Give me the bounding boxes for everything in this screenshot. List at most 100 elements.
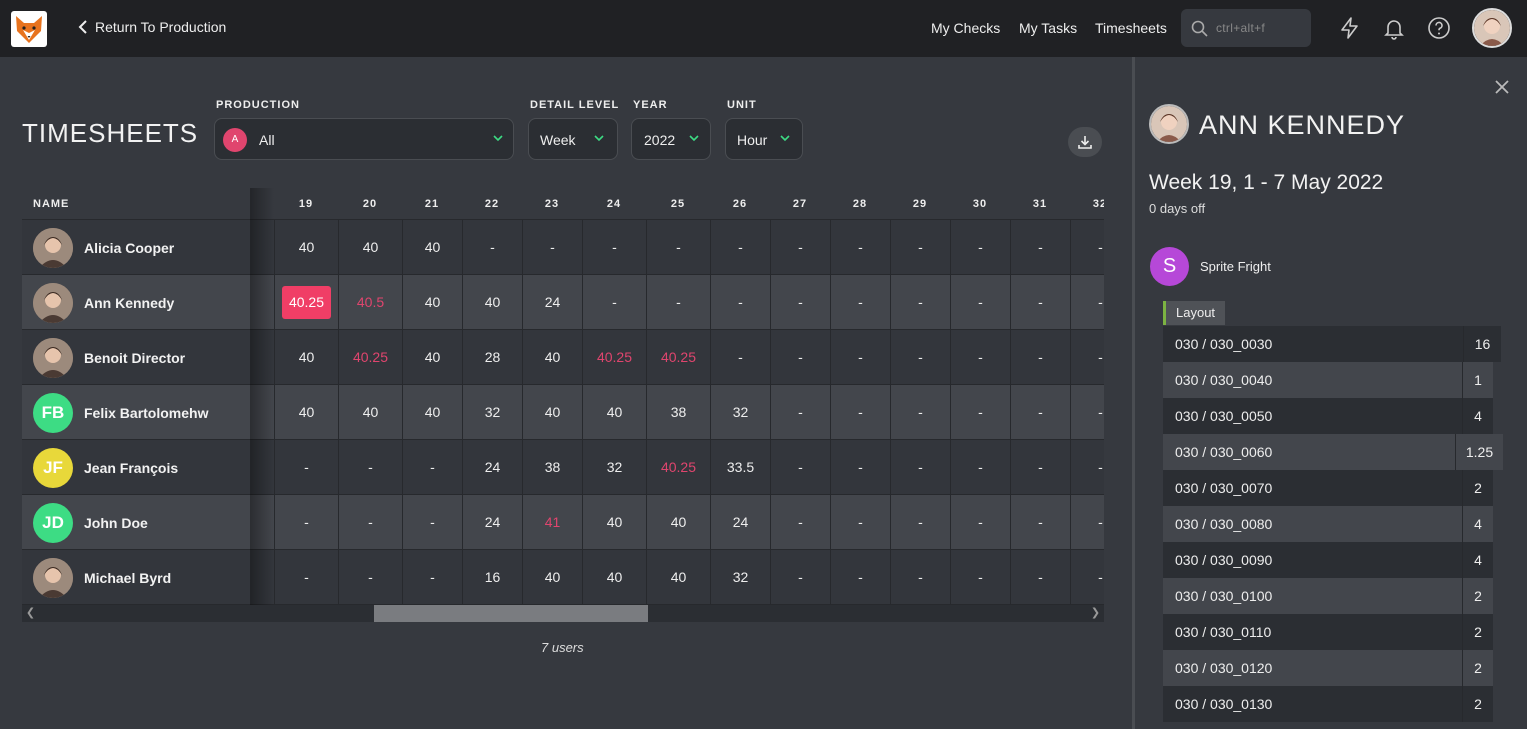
timesheet-cell[interactable]: 40.25 <box>274 275 338 330</box>
detail-level-select[interactable]: Week <box>528 118 618 160</box>
timesheet-cell[interactable]: - <box>522 220 582 275</box>
timesheet-cell[interactable]: - <box>274 550 338 605</box>
timesheet-cell[interactable]: 40 <box>338 385 402 440</box>
task-row[interactable]: 030 / 030_0090 4 <box>1163 542 1493 578</box>
table-row[interactable]: Michael Byrd - - -16 40 40 40 32- - - - - - <box>22 550 1104 605</box>
name-cell[interactable]: JD John Doe <box>22 495 250 550</box>
name-cell[interactable]: Alicia Cooper <box>22 220 250 275</box>
timesheet-cell[interactable]: - <box>1010 550 1070 605</box>
timesheet-cell[interactable]: - <box>1070 385 1104 440</box>
timesheet-cell[interactable]: 40.5 <box>338 275 402 330</box>
timesheet-cell[interactable]: - <box>1010 495 1070 550</box>
timesheet-cell[interactable]: - <box>950 385 1010 440</box>
scroll-right-icon[interactable]: ❯ <box>1087 605 1104 622</box>
name-cell[interactable]: Benoit Director <box>22 330 250 385</box>
task-row[interactable]: 030 / 030_0120 2 <box>1163 650 1493 686</box>
user-name[interactable]: John Doe <box>84 515 148 531</box>
task-row[interactable]: 030 / 030_0040 1 <box>1163 362 1493 398</box>
timesheet-cell[interactable]: 33.5 <box>710 440 770 495</box>
timesheet-cell[interactable]: - <box>582 220 646 275</box>
timesheet-cell[interactable]: 24 <box>710 495 770 550</box>
timesheet-cell[interactable]: - <box>890 220 950 275</box>
year-select[interactable]: 2022 <box>631 118 711 160</box>
timesheet-cell[interactable]: - <box>338 440 402 495</box>
timesheet-cell[interactable]: 24 <box>462 440 522 495</box>
timesheet-cell[interactable]: - <box>402 440 462 495</box>
timesheet-cell[interactable]: - <box>830 550 890 605</box>
nav-timesheets[interactable]: Timesheets <box>1095 20 1167 36</box>
timesheet-cell[interactable]: 40 <box>522 330 582 385</box>
timesheet-cell[interactable]: 40 <box>582 550 646 605</box>
timesheet-cell[interactable]: 24 <box>522 275 582 330</box>
task-hours[interactable]: 4 <box>1462 506 1493 542</box>
timesheet-cell[interactable]: - <box>710 330 770 385</box>
timesheet-cell[interactable]: - <box>338 495 402 550</box>
timesheet-cell[interactable]: - <box>950 220 1010 275</box>
task-row[interactable]: 030 / 030_0100 2 <box>1163 578 1493 614</box>
nav-my-checks[interactable]: My Checks <box>931 20 1000 36</box>
production-select[interactable]: A All <box>214 118 514 160</box>
timesheet-cell[interactable]: - <box>890 330 950 385</box>
timesheet-cell[interactable]: - <box>710 220 770 275</box>
help-icon[interactable] <box>1427 16 1451 40</box>
kitsu-logo-icon[interactable] <box>11 11 47 47</box>
timesheet-cell[interactable]: - <box>770 330 830 385</box>
timesheet-cell[interactable]: 38 <box>646 385 710 440</box>
timesheet-cell[interactable]: - <box>770 275 830 330</box>
scroll-left-icon[interactable]: ❮ <box>22 605 39 622</box>
task-hours[interactable]: 2 <box>1462 686 1493 722</box>
timesheet-cell[interactable]: - <box>830 220 890 275</box>
table-row[interactable]: JF Jean François - - -24 38 32 40.25 33.5- - - - - - <box>22 440 1104 495</box>
timesheet-cell[interactable]: - <box>646 220 710 275</box>
timesheet-cell[interactable]: 40 <box>582 385 646 440</box>
timesheet-cell[interactable]: - <box>950 440 1010 495</box>
timesheet-cell[interactable]: 16 <box>462 550 522 605</box>
task-row[interactable]: 030 / 030_0050 4 <box>1163 398 1493 434</box>
task-hours[interactable]: 16 <box>1463 326 1501 362</box>
horizontal-scrollbar[interactable]: ❮ ❯ <box>22 605 1104 622</box>
timesheet-cell[interactable]: 40 <box>274 385 338 440</box>
timesheet-cell[interactable]: 41 <box>522 495 582 550</box>
task-hours[interactable]: 4 <box>1462 542 1493 578</box>
timesheet-cell[interactable]: 32 <box>710 550 770 605</box>
task-row[interactable]: 030 / 030_0110 2 <box>1163 614 1493 650</box>
name-cell[interactable]: FB Felix Bartolomehw <box>22 385 250 440</box>
scrollbar-thumb[interactable] <box>374 605 648 622</box>
timesheet-cell[interactable]: - <box>830 330 890 385</box>
bell-icon[interactable] <box>1382 16 1406 40</box>
task-hours[interactable]: 4 <box>1462 398 1493 434</box>
user-name[interactable]: Michael Byrd <box>84 570 171 586</box>
timesheet-cell[interactable]: - <box>950 275 1010 330</box>
timesheet-cell[interactable]: 40 <box>646 550 710 605</box>
timesheet-cell[interactable]: - <box>1070 220 1104 275</box>
timesheet-cell[interactable]: - <box>582 275 646 330</box>
task-hours[interactable]: 2 <box>1462 614 1493 650</box>
timesheet-cell[interactable]: - <box>950 550 1010 605</box>
timesheet-cell[interactable]: - <box>274 495 338 550</box>
task-row[interactable]: 030 / 030_0030 16 <box>1163 326 1501 362</box>
timesheet-cell[interactable]: 40 <box>582 495 646 550</box>
task-hours[interactable]: 1.25 <box>1455 434 1503 470</box>
task-hours[interactable]: 2 <box>1462 578 1493 614</box>
timesheet-cell[interactable]: 40 <box>338 220 402 275</box>
timesheet-cell[interactable]: - <box>1010 275 1070 330</box>
timesheet-cell[interactable]: - <box>950 330 1010 385</box>
timesheet-cell[interactable]: 40 <box>402 275 462 330</box>
timesheet-cell[interactable]: 40 <box>274 220 338 275</box>
timesheet-cell[interactable]: - <box>338 550 402 605</box>
name-cell[interactable]: JF Jean François <box>22 440 250 495</box>
timesheet-cell[interactable]: - <box>1070 440 1104 495</box>
unit-select[interactable]: Hour <box>725 118 803 160</box>
timesheet-cell[interactable]: - <box>1070 495 1104 550</box>
timesheet-cell[interactable]: 40 <box>402 330 462 385</box>
timesheet-cell[interactable]: 24 <box>462 495 522 550</box>
timesheet-cell[interactable]: 40 <box>402 385 462 440</box>
timesheet-cell[interactable]: - <box>646 275 710 330</box>
timesheet-cell[interactable]: 28 <box>462 330 522 385</box>
task-hours[interactable]: 2 <box>1462 650 1493 686</box>
name-cell[interactable]: Ann Kennedy <box>22 275 250 330</box>
table-row[interactable]: Ann Kennedy 40.25 40.5 40 40 24- - - - - - - - - <box>22 275 1104 330</box>
search-input[interactable]: ctrl+alt+f <box>1181 9 1311 47</box>
user-name[interactable]: Alicia Cooper <box>84 240 174 256</box>
user-name[interactable]: Jean François <box>84 460 178 476</box>
